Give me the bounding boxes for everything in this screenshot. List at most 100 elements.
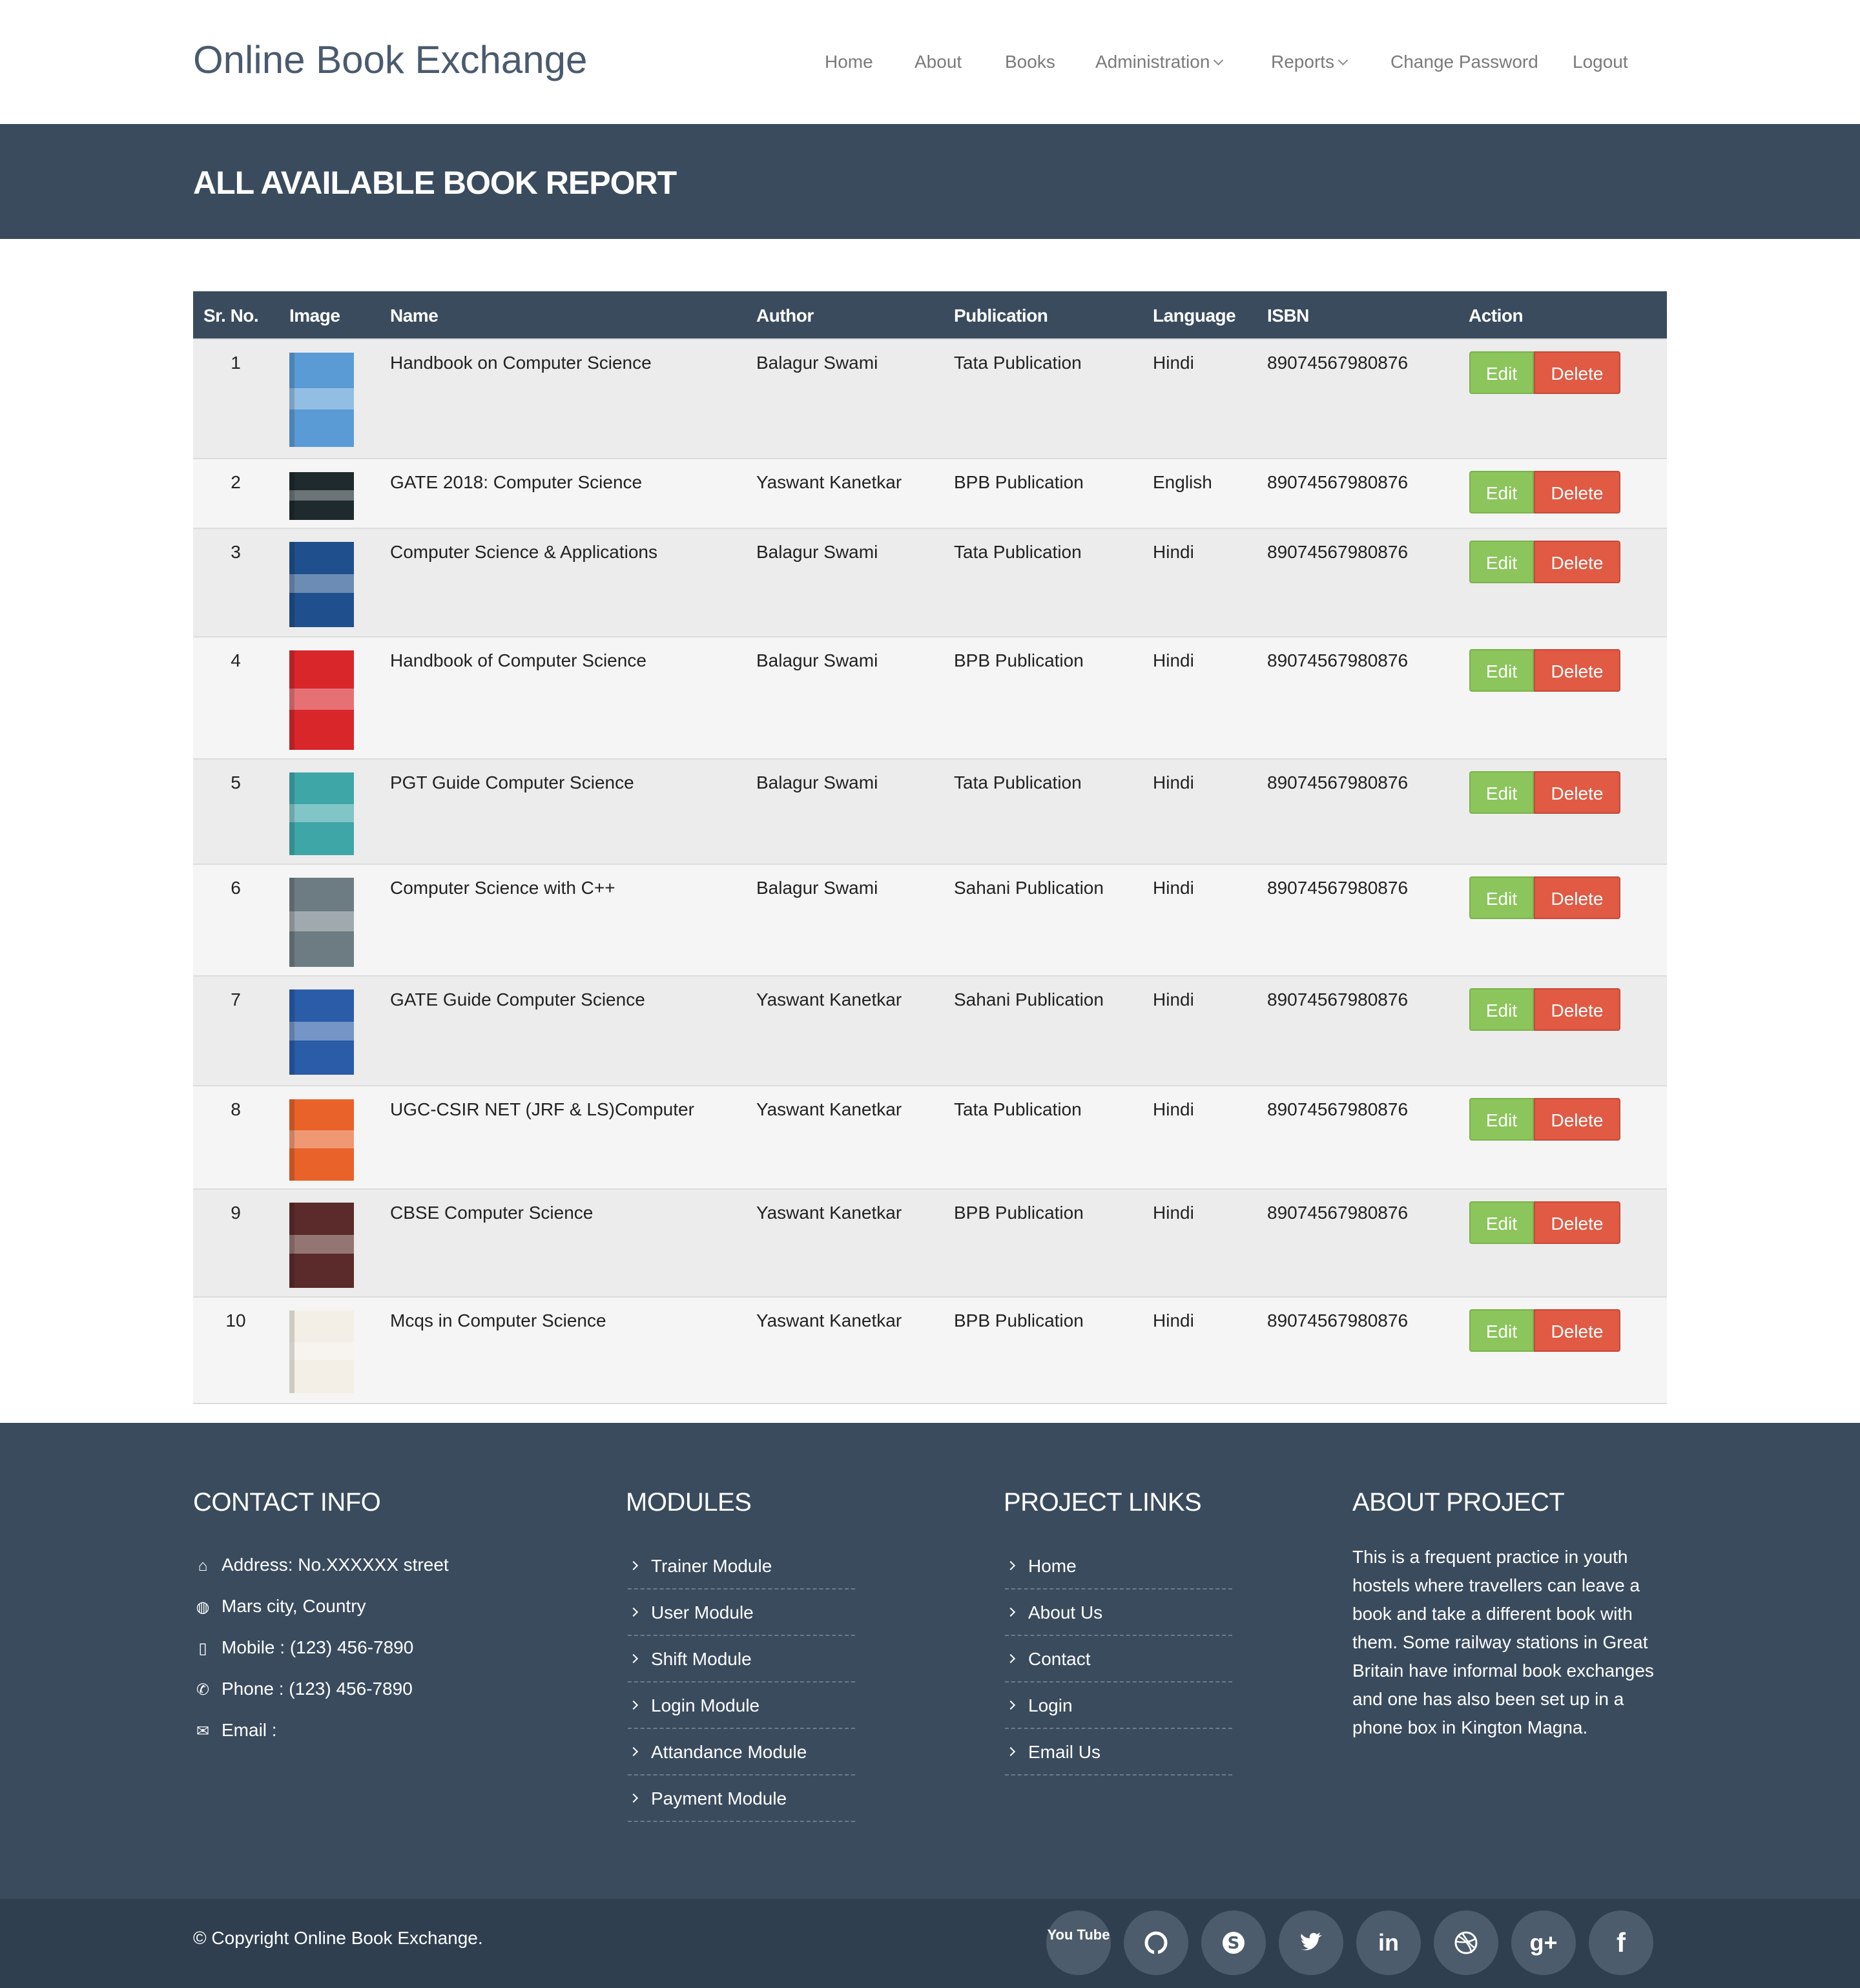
cell-isbn: 89074567980876: [1267, 542, 1409, 562]
edit-button[interactable]: Edit: [1469, 649, 1534, 692]
module-link-label: Attandance Module: [651, 1742, 807, 1762]
module-link-user[interactable]: User Module: [628, 1589, 855, 1636]
twitter-icon[interactable]: [1279, 1910, 1343, 1975]
cover-band: [289, 490, 354, 501]
edit-button[interactable]: Edit: [1469, 988, 1534, 1031]
module-link-attandance[interactable]: Attandance Module: [628, 1729, 855, 1776]
nav-administration[interactable]: Administration: [1095, 52, 1224, 72]
facebook-icon[interactable]: f: [1589, 1910, 1653, 1975]
twitter-glyph: [1301, 1932, 1322, 1951]
delete-button[interactable]: Delete: [1534, 876, 1620, 919]
module-link-payment[interactable]: Payment Module: [628, 1776, 855, 1822]
cell-language: Hindi: [1153, 989, 1194, 1010]
main-nav: Home About Books Administration Reports …: [0, 52, 1860, 78]
edit-button[interactable]: Edit: [1469, 351, 1534, 394]
module-link-shift[interactable]: Shift Module: [628, 1636, 855, 1683]
cell-publication: Tata Publication: [954, 1099, 1082, 1119]
cell-publication: Tata Publication: [954, 542, 1082, 562]
nav-home[interactable]: Home: [825, 52, 873, 72]
google-plus-icon[interactable]: g+: [1511, 1910, 1576, 1975]
cell-name: UGC-CSIR NET (JRF & LS)Computer: [390, 1099, 694, 1119]
cover-band: [289, 803, 354, 822]
nav-about[interactable]: About: [914, 52, 962, 72]
edit-button[interactable]: Edit: [1469, 541, 1534, 583]
table-row: 9 CBSE Computer Science Yaswant Kanetkar BP…: [193, 1188, 1667, 1296]
cell-author: Balagur Swami: [756, 353, 878, 373]
footer-link-login[interactable]: Login: [1005, 1683, 1232, 1729]
copyright-text: © Copyright Online Book Exchange.: [193, 1928, 483, 1948]
edit-button[interactable]: Edit: [1469, 1201, 1534, 1244]
footer-link-contact[interactable]: Contact: [1005, 1636, 1232, 1683]
chevron-right-icon: [628, 1746, 639, 1757]
youtube-icon-text: You Tube: [1047, 1927, 1110, 1943]
delete-button[interactable]: Delete: [1534, 1098, 1620, 1141]
cell-isbn: 89074567980876: [1267, 878, 1409, 898]
linkedin-icon[interactable]: in: [1356, 1910, 1421, 1975]
delete-button[interactable]: Delete: [1534, 771, 1620, 814]
footer-link-home[interactable]: Home: [1005, 1543, 1232, 1589]
delete-button[interactable]: Delete: [1534, 1201, 1620, 1244]
github-icon[interactable]: [1124, 1910, 1188, 1975]
dribbble-icon[interactable]: [1434, 1910, 1498, 1975]
footer-link-about-us[interactable]: About Us: [1005, 1589, 1232, 1636]
footer-link-email-us[interactable]: Email Us: [1005, 1729, 1232, 1776]
globe-icon: ◍: [196, 1599, 210, 1616]
edit-button[interactable]: Edit: [1469, 1309, 1534, 1352]
cell-name: Handbook on Computer Science: [390, 353, 652, 373]
nav-books[interactable]: Books: [1005, 52, 1055, 72]
cover-spine: [289, 772, 294, 855]
nav-reports[interactable]: Reports: [1271, 52, 1348, 72]
delete-button[interactable]: Delete: [1534, 541, 1620, 583]
cover-spine: [289, 1310, 294, 1393]
delete-button[interactable]: Delete: [1534, 471, 1620, 513]
skype-icon[interactable]: S: [1201, 1910, 1266, 1975]
skype-glyph: S: [1223, 1932, 1245, 1954]
phone-icon: ✆: [196, 1681, 210, 1699]
copyright-bar: © Copyright Online Book Exchange. You Tu…: [0, 1899, 1860, 1988]
chevron-right-icon: [628, 1607, 639, 1617]
cell-isbn: 89074567980876: [1267, 1099, 1409, 1119]
contact-email: ✉ Email :: [193, 1720, 277, 1741]
edit-button[interactable]: Edit: [1469, 876, 1534, 919]
nav-reports-label: Reports: [1271, 52, 1335, 72]
edit-button[interactable]: Edit: [1469, 1098, 1534, 1141]
nav-logout[interactable]: Logout: [1573, 52, 1628, 72]
nav-change-password[interactable]: Change Password: [1390, 52, 1538, 72]
contact-address-text: Address: No.XXXXXX street: [222, 1555, 449, 1575]
delete-button[interactable]: Delete: [1534, 988, 1620, 1031]
cover-band: [289, 688, 354, 710]
col-isbn: ISBN: [1267, 305, 1309, 326]
book-cover-image: [289, 1099, 354, 1181]
edit-button[interactable]: Edit: [1469, 471, 1534, 513]
linkedin-icon-text: in: [1378, 1929, 1399, 1956]
cell-author: Balagur Swami: [756, 878, 878, 898]
table-header: Sr. No. Image Name Author Publication La…: [193, 291, 1667, 338]
cell-name: PGT Guide Computer Science: [390, 772, 634, 792]
edit-button[interactable]: Edit: [1469, 771, 1534, 814]
book-cover-image: [289, 472, 354, 520]
youtube-icon[interactable]: You Tube: [1046, 1910, 1111, 1975]
module-link-label: Trainer Module: [651, 1556, 772, 1576]
cell-name: Mcqs in Computer Science: [390, 1310, 606, 1331]
cell-name: GATE 2018: Computer Science: [390, 472, 643, 492]
table-row: 7 GATE Guide Computer Science Yaswant Kane…: [193, 975, 1667, 1085]
cell-isbn: 89074567980876: [1267, 472, 1409, 492]
mobile-icon: ▯: [198, 1640, 207, 1657]
module-link-login[interactable]: Login Module: [628, 1683, 855, 1729]
cell-publication: Sahani Publication: [954, 989, 1104, 1010]
cell-language: English: [1153, 472, 1212, 492]
chevron-right-icon: [628, 1653, 639, 1664]
about-project-title: ABOUT PROJECT: [1352, 1488, 1565, 1517]
cell-sr-no: 5: [231, 772, 241, 792]
cell-language: Hindi: [1153, 650, 1194, 670]
contact-city-text: Mars city, Country: [222, 1596, 366, 1616]
delete-button[interactable]: Delete: [1534, 1309, 1620, 1352]
delete-button[interactable]: Delete: [1534, 649, 1620, 692]
module-link-trainer[interactable]: Trainer Module: [628, 1543, 855, 1589]
delete-button[interactable]: Delete: [1534, 351, 1620, 394]
nav-administration-label: Administration: [1095, 52, 1210, 72]
cell-sr-no: 9: [231, 1203, 241, 1223]
table-row: 6 Computer Science with C++ Balagur Swami S…: [193, 864, 1667, 975]
book-cover-image: [289, 1310, 354, 1393]
table-body: 1 Handbook on Computer Science Balagur Swa…: [193, 338, 1667, 1404]
